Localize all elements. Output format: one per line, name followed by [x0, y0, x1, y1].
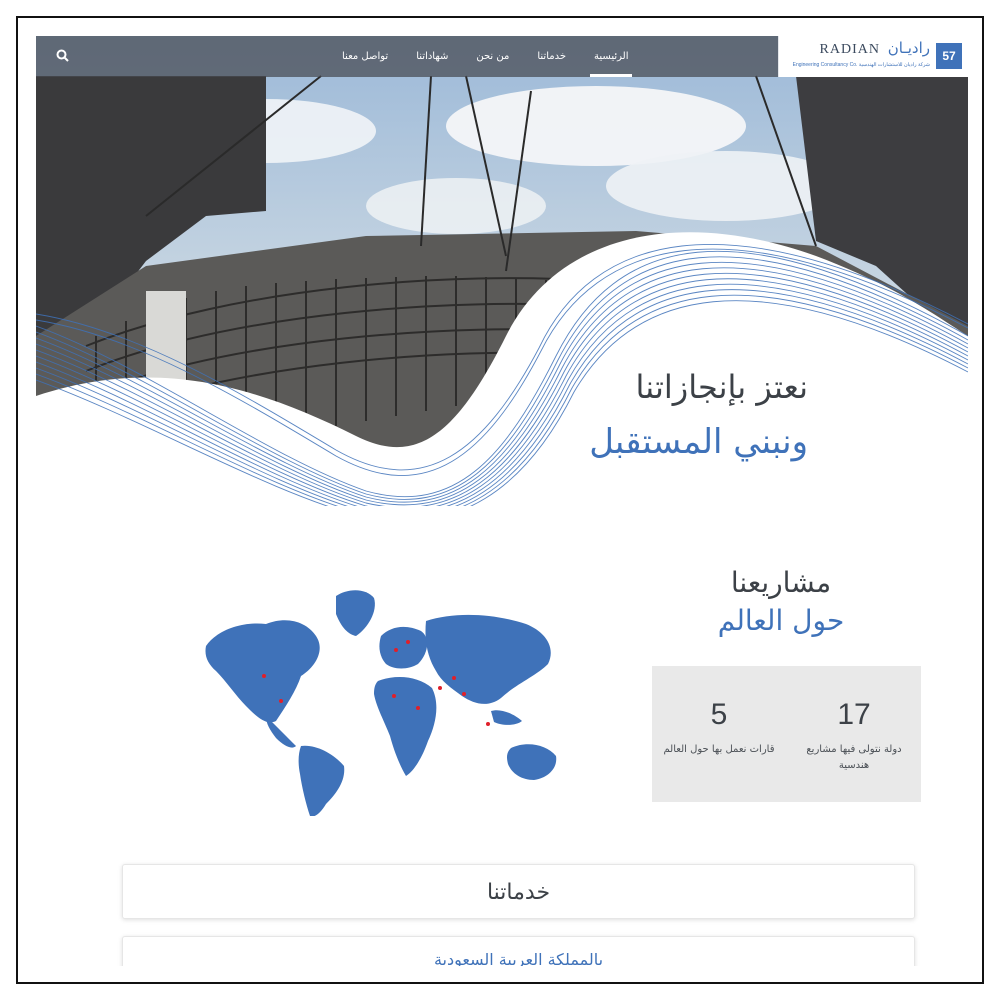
screenshot-frame: الرئيسية خدماتنا من نحن شهاداتنا تواصل م… — [16, 16, 984, 984]
map-asia — [425, 614, 551, 704]
website: الرئيسية خدماتنا من نحن شهاداتنا تواصل م… — [36, 36, 968, 966]
map-europe — [379, 626, 428, 669]
logo-badge: 57 — [936, 43, 962, 69]
map-dot — [438, 686, 442, 690]
map-africa — [374, 676, 437, 776]
map-dot — [486, 722, 490, 726]
map-greenland — [336, 590, 375, 636]
logo-english-text: RADIAN — [819, 42, 880, 57]
stat-countries: 17 دولة نتولى فيها مشاريع هندسية — [787, 666, 921, 802]
services-card[interactable]: خدماتنا — [122, 864, 915, 919]
map-dot — [406, 640, 410, 644]
map-dot — [462, 692, 466, 696]
nav-menu: الرئيسية خدماتنا من نحن شهاداتنا تواصل م… — [336, 36, 634, 77]
map-dot — [262, 674, 266, 678]
nav-item-contact[interactable]: تواصل معنا — [336, 36, 394, 77]
logo[interactable]: 57 راديـان RADIAN Engineering Consultanc… — [778, 36, 968, 77]
hero-background — [36, 36, 968, 506]
map-dot — [394, 648, 398, 652]
hero-section: الرئيسية خدماتنا من نحن شهاداتنا تواصل م… — [36, 36, 968, 506]
map-australia — [507, 744, 557, 780]
map-southeast-asia — [491, 710, 522, 725]
projects-title: مشاريعنا — [730, 566, 832, 599]
logo-subtitle: Engineering Consultancy Co. شركة راديان … — [792, 62, 930, 68]
stat-continents: 5 قارات نعمل بها حول العالم — [652, 666, 786, 802]
nav-item-about[interactable]: من نحن — [470, 36, 515, 77]
map-north-america — [205, 620, 320, 723]
hero-subheading: ونبني المستقبل — [589, 422, 808, 462]
stat-continents-label: قارات نعمل بها حول العالم — [663, 744, 775, 755]
projects-subtitle: حول العالم — [717, 604, 845, 637]
nav-item-services[interactable]: خدماتنا — [531, 36, 572, 77]
search-button[interactable] — [54, 47, 72, 65]
services-ksa-label: بالمملكة العربية السعودية — [433, 950, 604, 966]
map-dot — [392, 694, 396, 698]
stat-continents-value: 5 — [710, 698, 728, 731]
map-dot — [279, 699, 283, 703]
services-ksa-card[interactable]: بالمملكة العربية السعودية — [122, 936, 915, 966]
stat-countries-value: 17 — [837, 698, 871, 731]
map-dot — [452, 676, 456, 680]
top-navbar: الرئيسية خدماتنا من نحن شهاداتنا تواصل م… — [36, 36, 968, 77]
map-south-america — [298, 745, 345, 816]
logo-arabic-text: راديـان — [887, 39, 930, 57]
nav-item-home[interactable]: الرئيسية — [588, 36, 634, 77]
world-map — [205, 590, 557, 816]
map-central-america — [266, 716, 296, 748]
stat-countries-label: دولة نتولى فيها مشاريع هندسية — [806, 744, 902, 771]
hero-heading: نعتز بإنجازاتنا — [635, 368, 808, 406]
map-dot — [416, 706, 420, 710]
nav-item-certificates[interactable]: شهاداتنا — [410, 36, 454, 77]
stats-box: 17 دولة نتولى فيها مشاريع هندسية 5 قارات… — [652, 666, 921, 802]
services-title: خدماتنا — [486, 880, 551, 905]
search-icon — [56, 49, 69, 62]
